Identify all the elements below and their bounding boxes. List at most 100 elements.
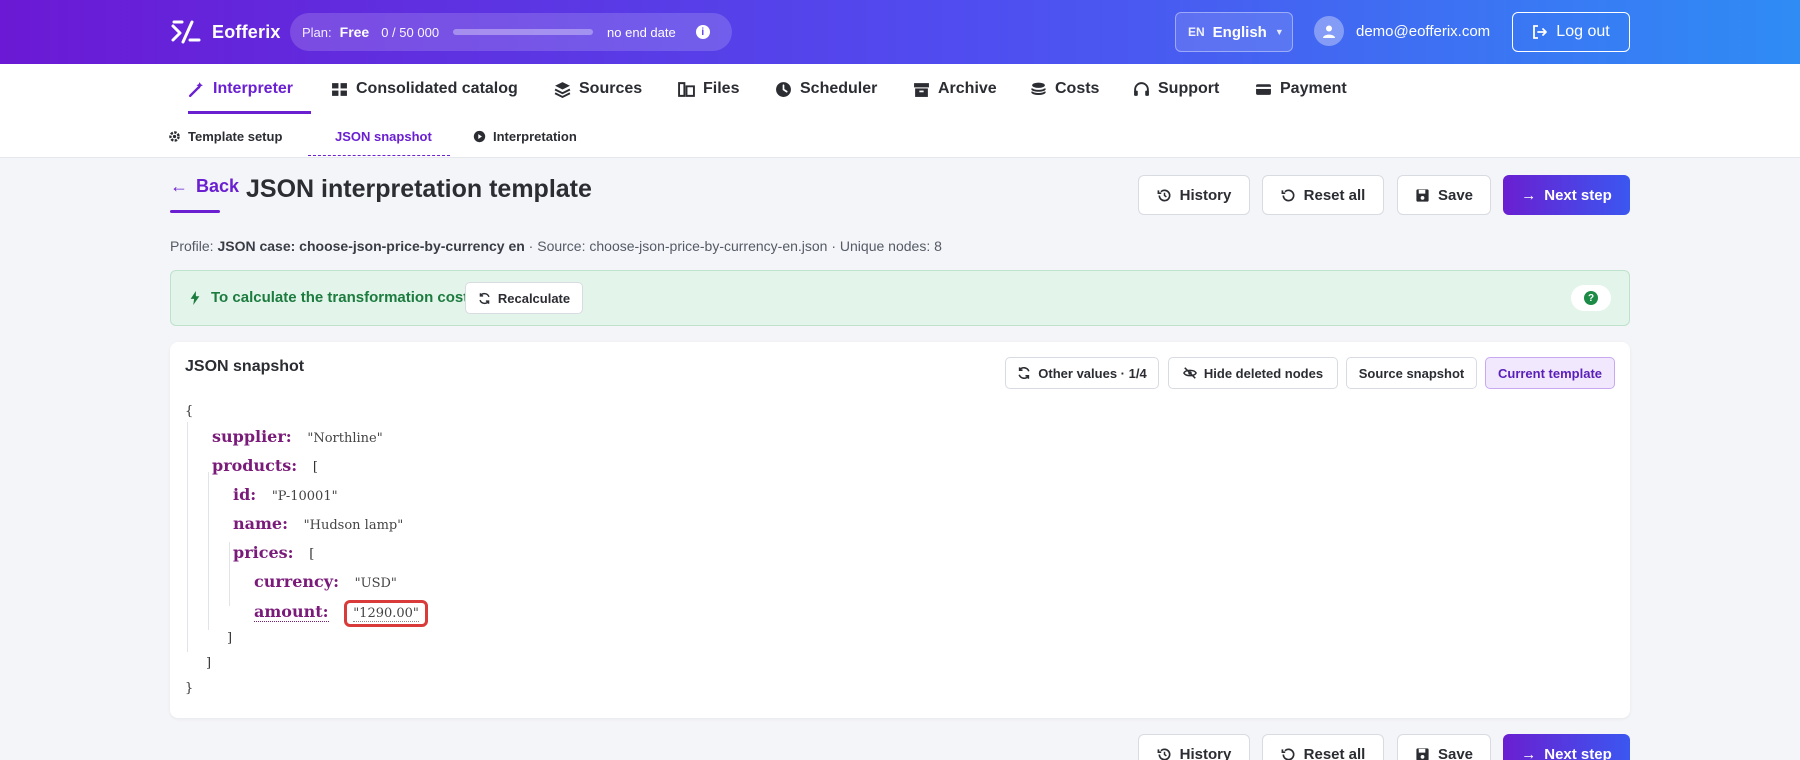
json-brace: }	[185, 681, 194, 696]
play-icon	[473, 130, 486, 142]
nav-item-files[interactable]: Files	[678, 64, 739, 114]
cost-banner: To calculate the transformation cost Rec…	[170, 270, 1630, 326]
tree-icon	[332, 82, 347, 96]
nav-item-payment[interactable]: Payment	[1255, 64, 1347, 114]
nav-label: Costs	[1055, 80, 1100, 97]
json-node-supplier[interactable]: supplier: "Northline"	[212, 427, 383, 447]
logout-label: Log out	[1556, 23, 1610, 40]
nav-label: Sources	[579, 80, 643, 97]
nav-label: Payment	[1280, 80, 1347, 97]
tab-json-snapshot[interactable]: JSON snapshot	[335, 114, 432, 158]
language-name: English	[1212, 23, 1267, 41]
page-title: JSON interpretation template	[246, 175, 592, 203]
button-label: Hide deleted nodes	[1203, 365, 1324, 381]
json-node-currency[interactable]: currency: "USD"	[254, 572, 397, 592]
nav-item-support[interactable]: Support	[1133, 64, 1219, 114]
save-button-bottom[interactable]: Save	[1397, 734, 1491, 760]
arrow-left-icon: ←	[170, 176, 188, 196]
save-button[interactable]: Save	[1397, 175, 1491, 215]
other-values-button[interactable]: Other values · 1/4	[1005, 357, 1159, 389]
logout-icon	[1533, 25, 1548, 39]
arrow-right-icon: →	[1521, 186, 1537, 204]
json-key: supplier:	[212, 427, 292, 446]
avatar	[1314, 16, 1344, 46]
json-node-prices[interactable]: prices: [	[233, 543, 314, 563]
coins-icon	[1031, 82, 1046, 95]
language-code: EN	[1188, 25, 1205, 39]
brand-name: Eofferix	[212, 21, 281, 42]
json-brace: {	[185, 404, 194, 419]
back-label: Back	[196, 176, 240, 196]
json-value: "Northline"	[307, 431, 383, 446]
selected-value-highlight[interactable]: "1290.00"	[344, 600, 428, 627]
user-menu[interactable]: demo@eofferix.com	[1314, 16, 1490, 46]
back-link[interactable]: ← Back	[170, 176, 239, 197]
nav-label: Support	[1158, 80, 1220, 97]
sub-nav: Template setup JSON snapshot Interpretat…	[0, 114, 1800, 158]
next-step-button[interactable]: → Next step	[1503, 175, 1630, 215]
json-snapshot-panel: JSON snapshot Other values · 1/4 Hide de…	[170, 342, 1630, 718]
button-label: History	[1179, 186, 1232, 204]
plan-usage-bar	[453, 29, 594, 35]
json-key: products:	[212, 456, 298, 475]
source-snapshot-button[interactable]: Source snapshot	[1346, 357, 1477, 389]
user-email: demo@eofferix.com	[1356, 22, 1491, 40]
nav-label: Files	[703, 80, 740, 97]
user-icon	[1323, 25, 1335, 38]
button-label: Other values · 1/4	[1038, 365, 1147, 381]
json-key: currency:	[254, 572, 339, 591]
button-label: Reset all	[1303, 186, 1366, 204]
button-label: Source snapshot	[1358, 365, 1465, 381]
nav-item-consolidated-catalog[interactable]: Consolidated catalog	[331, 64, 518, 114]
files-icon	[678, 81, 695, 97]
recalculate-button[interactable]: Recalculate	[465, 282, 583, 314]
layers-icon	[554, 81, 571, 98]
top-bar: Eofferix Plan: Free 0 / 50 000 no end da…	[0, 0, 1800, 64]
tab-interpretation[interactable]: Interpretation	[473, 114, 577, 158]
indent-guide	[229, 542, 230, 606]
nav-item-costs[interactable]: Costs	[1030, 64, 1099, 114]
button-label: Next step	[1544, 186, 1612, 204]
json-key: prices:	[233, 543, 294, 562]
save-icon	[1416, 747, 1429, 760]
button-label: Save	[1437, 745, 1474, 760]
plan-usage-count: 0 / 50 000	[381, 24, 440, 40]
reset-all-button[interactable]: Reset all	[1262, 175, 1384, 215]
json-node-id[interactable]: id: "P-10001"	[233, 485, 338, 505]
language-selector[interactable]: EN English ▼	[1175, 12, 1293, 52]
nav-item-interpreter[interactable]: Interpreter	[188, 64, 312, 114]
tab-template-setup[interactable]: Template setup	[168, 114, 282, 158]
json-value: "Hudson lamp"	[303, 518, 404, 533]
info-icon[interactable]: i	[695, 25, 710, 39]
profile-name: JSON case: choose-json-price-by-currency…	[217, 238, 525, 254]
help-icon: ?	[1584, 291, 1598, 305]
nav-label: Consolidated catalog	[356, 80, 518, 97]
nav-item-scheduler[interactable]: Scheduler	[775, 64, 877, 114]
panel-title: JSON snapshot	[185, 358, 305, 375]
current-template-button[interactable]: Current template	[1485, 357, 1615, 389]
json-key: id:	[233, 485, 257, 504]
next-step-button-bottom[interactable]: → Next step	[1503, 734, 1630, 760]
eye-slash-icon	[1182, 367, 1197, 379]
help-button[interactable]: ?	[1571, 285, 1611, 311]
nav-item-sources[interactable]: Sources	[554, 64, 642, 114]
reset-all-button-bottom[interactable]: Reset all	[1262, 734, 1384, 760]
json-node-name[interactable]: name: "Hudson lamp"	[233, 514, 403, 534]
hide-deleted-nodes-button[interactable]: Hide deleted nodes	[1168, 357, 1338, 389]
json-node-amount[interactable]: amount: "1290.00"	[254, 596, 428, 628]
profile-info: Profile: JSON case: choose-json-price-by…	[170, 238, 942, 254]
reset-icon	[1281, 747, 1295, 760]
logout-button[interactable]: Log out	[1512, 12, 1630, 52]
save-icon	[1416, 188, 1429, 202]
history-button-bottom[interactable]: History	[1138, 734, 1250, 760]
json-key: amount:	[254, 602, 329, 622]
profile-details: · Source: choose-json-price-by-currency-…	[524, 238, 942, 254]
brand[interactable]: Eofferix	[170, 18, 281, 46]
refresh-icon	[479, 292, 490, 304]
history-button[interactable]: History	[1138, 175, 1250, 215]
json-value: "P-10001"	[271, 489, 338, 504]
headset-icon	[1134, 81, 1149, 96]
bolt-icon	[190, 290, 200, 305]
nav-item-archive[interactable]: Archive	[913, 64, 997, 114]
json-node-products[interactable]: products: [	[212, 456, 318, 476]
